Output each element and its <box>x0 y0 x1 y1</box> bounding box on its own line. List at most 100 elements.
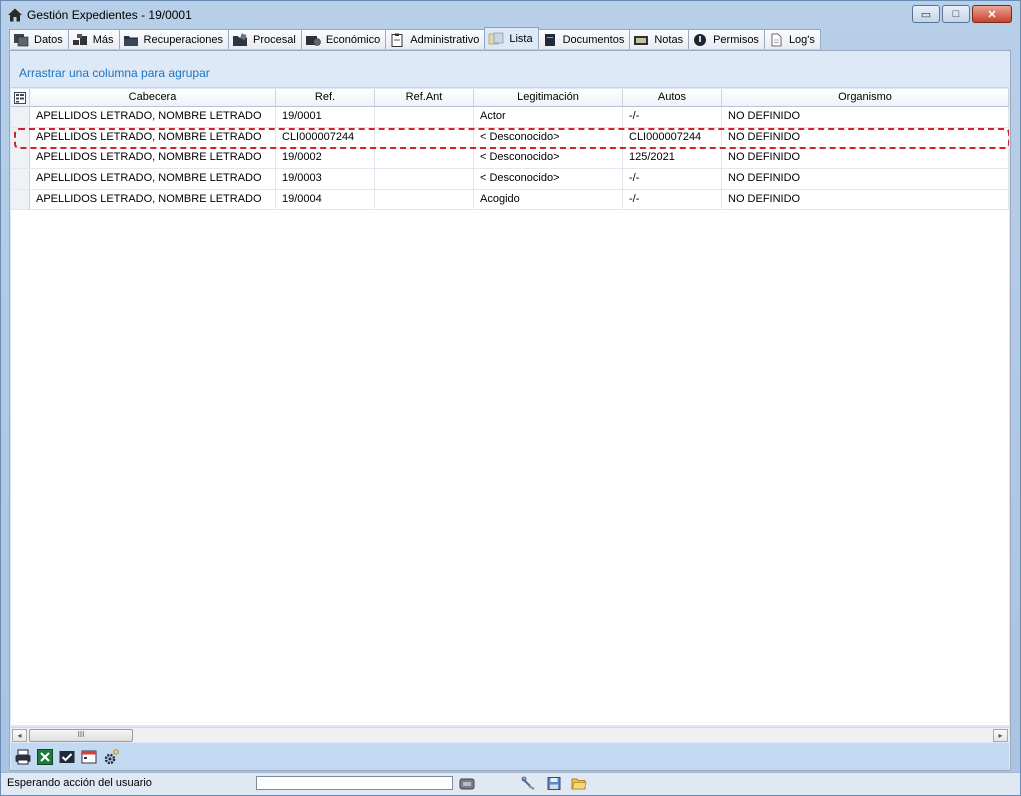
mas-icon <box>72 33 87 45</box>
scroll-right-button[interactable]: ▸ <box>993 729 1008 742</box>
cell-organismo[interactable]: NO DEFINIDO <box>722 127 1009 148</box>
tab-datos[interactable]: Datos <box>9 29 69 49</box>
permisos-icon <box>694 33 707 46</box>
check-icon[interactable] <box>58 748 76 766</box>
house-icon <box>8 8 22 22</box>
tab-economico[interactable]: Económico <box>300 29 387 49</box>
cell-autos[interactable]: -/- <box>623 169 722 189</box>
excel-icon[interactable] <box>36 748 54 766</box>
horizontal-scrollbar[interactable]: ◂ III ▸ <box>11 727 1009 742</box>
document-icon <box>771 33 782 46</box>
datos-icon <box>14 33 29 46</box>
cell-legitimacion[interactable]: < Desconocido> <box>474 169 623 189</box>
table-row[interactable]: APELLIDOS LETRADO, NOMBRE LETRADO 19/000… <box>11 189 1009 211</box>
notas-icon <box>634 35 649 45</box>
window-title: Gestión Expedientes - 19/0001 <box>27 8 192 22</box>
cell-cabecera[interactable]: APELLIDOS LETRADO, NOMBRE LETRADO <box>30 148 276 169</box>
table-row[interactable]: APELLIDOS LETRADO, NOMBRE LETRADO CLI000… <box>11 127 1009 149</box>
cell-autos[interactable]: -/- <box>623 107 722 127</box>
tab-procesal[interactable]: Procesal <box>228 29 302 49</box>
save-icon[interactable] <box>546 776 562 791</box>
cell-organismo[interactable]: NO DEFINIDO <box>722 189 1009 210</box>
cell-ref[interactable]: 19/0003 <box>276 169 375 189</box>
cell-legitimacion[interactable]: Actor <box>474 107 623 127</box>
row-selector[interactable] <box>11 107 30 127</box>
row-selector[interactable] <box>11 189 30 210</box>
open-folder-icon[interactable] <box>571 776 587 791</box>
cell-ref-ant[interactable] <box>375 189 474 210</box>
tab-notas[interactable]: Notas <box>629 29 690 49</box>
calendar-icon[interactable] <box>80 748 98 766</box>
cell-ref-ant[interactable] <box>375 169 474 189</box>
cell-cabecera[interactable]: APELLIDOS LETRADO, NOMBRE LETRADO <box>30 189 276 210</box>
cell-ref[interactable]: 19/0002 <box>276 148 375 169</box>
column-chooser-button[interactable] <box>11 89 30 106</box>
main-window: Gestión Expedientes - 19/0001 ▭ □ ✕ Dato… <box>0 0 1021 796</box>
tab-label: Más <box>92 33 114 46</box>
tab-label: Notas <box>654 33 684 46</box>
cell-cabecera[interactable]: APELLIDOS LETRADO, NOMBRE LETRADO <box>30 169 276 189</box>
column-header-organismo[interactable]: Organismo <box>722 89 1009 106</box>
table-row[interactable]: APELLIDOS LETRADO, NOMBRE LETRADO 19/000… <box>11 169 1009 190</box>
row-selector[interactable] <box>11 127 30 148</box>
print-icon[interactable] <box>14 748 32 766</box>
tab-label: Log's <box>788 33 815 46</box>
economico-icon <box>305 35 321 46</box>
tab-administrativo[interactable]: Administrativo <box>385 29 486 49</box>
column-header-cabecera[interactable]: Cabecera <box>30 89 276 106</box>
row-selector[interactable] <box>11 169 30 189</box>
cell-ref[interactable]: 19/0001 <box>276 107 375 127</box>
tab-strip: Datos Más Recuperaciones Procesal Económ… <box>9 27 821 49</box>
clipboard-icon <box>391 33 403 47</box>
tab-label: Económico <box>325 33 381 46</box>
column-header-autos[interactable]: Autos <box>623 89 722 106</box>
column-header-legitimacion[interactable]: Legitimación <box>474 89 623 106</box>
cell-autos[interactable]: -/- <box>623 189 722 210</box>
cell-cabecera[interactable]: APELLIDOS LETRADO, NOMBRE LETRADO <box>30 127 276 148</box>
column-header-ref[interactable]: Ref. <box>276 89 375 106</box>
tab-label: Procesal <box>253 33 296 46</box>
scroll-thumb[interactable]: III <box>29 729 133 742</box>
cell-ref[interactable]: 19/0004 <box>276 189 375 210</box>
maximize-button[interactable]: □ <box>942 5 970 23</box>
tab-mas[interactable]: Más <box>67 29 120 49</box>
cell-ref-ant[interactable] <box>375 148 474 169</box>
title-bar[interactable]: Gestión Expedientes - 19/0001 ▭ □ ✕ <box>1 1 1020 29</box>
tab-documentos[interactable]: Documentos <box>537 29 631 49</box>
cell-legitimacion[interactable]: < Desconocido> <box>474 127 623 148</box>
minimize-button[interactable]: ▭ <box>912 5 940 23</box>
cell-autos[interactable]: 125/2021 <box>623 148 722 169</box>
lista-panel: Arrastrar una columna para agrupar Cabec… <box>9 50 1011 771</box>
db-icon[interactable] <box>459 776 475 791</box>
cell-legitimacion[interactable]: < Desconocido> <box>474 148 623 169</box>
cell-ref-ant[interactable] <box>375 127 474 148</box>
status-text: Esperando acción del usuario <box>7 777 152 789</box>
cell-autos[interactable]: CLI000007244 <box>623 127 722 148</box>
lista-icon <box>489 32 504 44</box>
procesal-icon <box>233 32 248 46</box>
cell-legitimacion[interactable]: Acogido <box>474 189 623 210</box>
cell-organismo[interactable]: NO DEFINIDO <box>722 107 1009 127</box>
cell-cabecera[interactable]: APELLIDOS LETRADO, NOMBRE LETRADO <box>30 107 276 127</box>
close-button[interactable]: ✕ <box>972 5 1012 23</box>
tab-recuperaciones[interactable]: Recuperaciones <box>118 29 230 49</box>
tools-icon[interactable] <box>521 776 537 791</box>
tab-permisos[interactable]: Permisos <box>688 29 765 49</box>
cell-organismo[interactable]: NO DEFINIDO <box>722 169 1009 189</box>
tab-label: Lista <box>509 32 533 45</box>
table-row[interactable]: APELLIDOS LETRADO, NOMBRE LETRADO 19/000… <box>11 107 1009 128</box>
tab-logs[interactable]: Log's <box>763 29 821 49</box>
cell-ref[interactable]: CLI000007244 <box>276 127 375 148</box>
group-by-area[interactable]: Arrastrar una columna para agrupar <box>11 51 1009 88</box>
folder-icon <box>123 35 138 46</box>
cell-ref-ant[interactable] <box>375 107 474 127</box>
tab-lista[interactable]: Lista <box>484 27 539 49</box>
tab-label: Permisos <box>713 33 759 46</box>
settings-icon[interactable] <box>102 748 120 766</box>
scroll-left-button[interactable]: ◂ <box>12 729 27 742</box>
column-header-ref-ant[interactable]: Ref.Ant <box>375 89 474 106</box>
grid-rows: APELLIDOS LETRADO, NOMBRE LETRADO 19/000… <box>11 107 1009 211</box>
cell-organismo[interactable]: NO DEFINIDO <box>722 148 1009 169</box>
row-selector[interactable] <box>11 148 30 169</box>
table-row[interactable]: APELLIDOS LETRADO, NOMBRE LETRADO 19/000… <box>11 148 1009 170</box>
